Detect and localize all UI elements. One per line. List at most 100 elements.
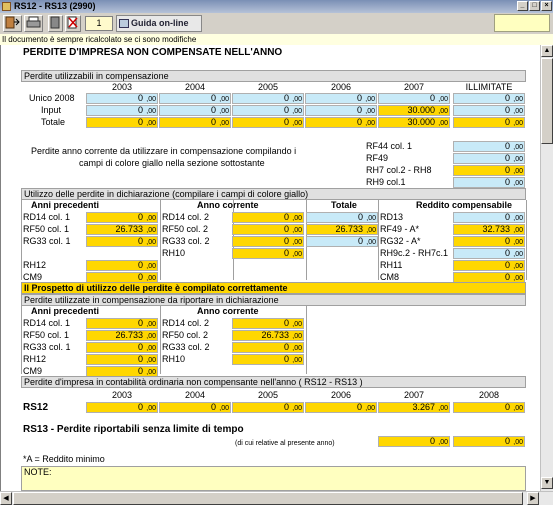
side-value-cell-decimals: ,00 [513, 144, 523, 151]
title-bar: RS12 - RS13 (2990) _ □ × [0, 0, 553, 13]
riporto-prec-cell-value: 0 [137, 366, 143, 376]
column-header: Totale [331, 200, 357, 210]
anni-precedenti-cell[interactable]: 0,00 [86, 212, 158, 223]
row-label: RG33 col. 2 [162, 236, 210, 246]
year-header: 2006 [330, 82, 352, 92]
anno-corrente-cell[interactable]: 0,00 [232, 212, 304, 223]
scroll-down-icon[interactable]: ▼ [541, 477, 553, 489]
value-cell-value: 0 [356, 93, 362, 103]
value-cell-value: 0 [210, 117, 216, 127]
notes-label: NOTE: [24, 467, 52, 477]
side-label: RF44 col. 1 [366, 141, 413, 151]
document-icon[interactable] [48, 15, 63, 32]
year-header: 2005 [257, 390, 279, 400]
rs12-cell: 0,00 [159, 402, 231, 413]
year-header: 2005 [257, 82, 279, 92]
side-value-cell: 0,00 [453, 141, 525, 152]
row-label: RG33 col. 1 [23, 236, 71, 246]
row-label: RG33 col. 1 [23, 342, 71, 352]
page-number[interactable]: 1 [85, 16, 113, 31]
totale-cell: 0,00 [306, 236, 378, 247]
print-icon[interactable] [24, 15, 43, 32]
side-value-cell-value: 0 [504, 165, 510, 175]
reddito-cell-decimals: ,00 [513, 251, 523, 258]
horizontal-scroll-thumb[interactable] [13, 492, 523, 505]
value-cell-decimals: ,00 [292, 108, 302, 115]
riporto-corr-cell-decimals: ,00 [292, 333, 302, 340]
riporto-corr-cell-decimals: ,00 [292, 345, 302, 352]
riporto-corr-cell: 0,00 [232, 342, 304, 353]
vertical-scrollbar[interactable]: ▲ ▼ [540, 45, 553, 491]
year-header: ILLIMITATE [465, 82, 513, 92]
value-cell-value: 0 [356, 105, 362, 115]
reddito-cell-value: 0 [504, 272, 510, 282]
side-value-cell-decimals: ,00 [513, 156, 523, 163]
section-rs12-rs13: Perdite d'impresa in contabilità ordinar… [21, 376, 526, 388]
vertical-scroll-thumb[interactable] [541, 58, 553, 144]
guida-online-button[interactable]: Guida on-line [116, 15, 202, 32]
value-cell-value: 0 [283, 93, 289, 103]
reddito-cell-decimals: ,00 [513, 215, 523, 222]
riporto-prec-cell-decimals: ,00 [146, 357, 156, 364]
divider [526, 200, 527, 280]
value-cell: 0,00 [86, 93, 158, 104]
side-value-cell-value: 0 [504, 141, 510, 151]
anni-precedenti-cell-value: 0 [137, 260, 143, 270]
rs12-cell: 0,00 [86, 402, 158, 413]
year-header: 2007 [403, 82, 425, 92]
value-cell[interactable]: 0,00 [453, 105, 525, 116]
close-icon[interactable]: × [541, 1, 552, 11]
rs13-title: RS13 - Perdite riportabili senza limite … [23, 424, 244, 435]
value-cell: 30.000,00 [378, 117, 450, 128]
value-cell[interactable]: 0,00 [305, 105, 377, 116]
year-header: 2004 [184, 390, 206, 400]
column-header: Anni precedenti [31, 306, 100, 316]
value-cell[interactable]: 30.000,00 [378, 105, 450, 116]
scroll-left-icon[interactable]: ◀ [0, 492, 12, 505]
anno-corrente-cell-value: 0 [283, 224, 289, 234]
minimize-icon[interactable]: _ [517, 1, 528, 11]
anni-precedenti-cell[interactable]: 26.733,00 [86, 224, 158, 235]
window-title: RS12 - RS13 (2990) [14, 1, 96, 11]
value-cell[interactable]: 0,00 [86, 105, 158, 116]
help-icon [119, 19, 129, 28]
scroll-right-icon[interactable]: ▶ [527, 492, 539, 505]
anno-corrente-cell[interactable]: 0,00 [232, 224, 304, 235]
riporto-prec-cell: 26.733,00 [86, 330, 158, 341]
riporto-prec-cell: 0,00 [86, 354, 158, 365]
row-label: RG33 col. 2 [162, 342, 210, 352]
anno-corrente-cell[interactable]: 0,00 [232, 236, 304, 247]
delete-document-icon[interactable] [65, 15, 81, 32]
value-cell-decimals: ,00 [365, 120, 375, 127]
maximize-icon[interactable]: □ [529, 1, 540, 11]
reddito-cell-value: 0 [504, 236, 510, 246]
value-cell-value: 0 [137, 93, 143, 103]
notes-field[interactable]: NOTE: [21, 466, 526, 491]
reddito-cell-value: 0 [504, 248, 510, 258]
status-message: Il Prospetto di utilizzo delle perdite è… [21, 282, 526, 294]
reddito-cell: 0,00 [453, 236, 525, 247]
value-cell[interactable]: 0,00 [232, 105, 304, 116]
anno-corrente-cell-value: 0 [283, 248, 289, 258]
totale-cell-value: 0 [357, 212, 363, 222]
anno-corrente-cell-decimals: ,00 [292, 251, 302, 258]
anni-precedenti-cell[interactable]: 0,00 [86, 236, 158, 247]
horizontal-scrollbar[interactable]: ◀ ▶ [0, 491, 553, 505]
riporto-prec-cell-value: 26.733 [115, 330, 143, 340]
anni-precedenti-cell-value: 0 [137, 236, 143, 246]
side-value-cell-value: 0 [504, 153, 510, 163]
value-cell[interactable]: 0,00 [159, 105, 231, 116]
totale-cell: 0,00 [306, 212, 378, 223]
rs13-cell-decimals: ,00 [438, 439, 448, 446]
anno-corrente-cell[interactable]: 0,00 [232, 248, 304, 259]
exit-icon[interactable] [3, 15, 22, 32]
riporto-prec-cell-decimals: ,00 [146, 321, 156, 328]
value-cell-decimals: ,00 [219, 120, 229, 127]
scroll-up-icon[interactable]: ▲ [541, 45, 553, 57]
anni-precedenti-cell[interactable]: 0,00 [86, 260, 158, 271]
divider [21, 200, 22, 280]
value-cell-value: 30.000 [407, 117, 435, 127]
row-label: Input [41, 105, 62, 115]
value-cell-decimals: ,00 [438, 96, 448, 103]
rs12-cell: 3.267,00 [378, 402, 450, 413]
